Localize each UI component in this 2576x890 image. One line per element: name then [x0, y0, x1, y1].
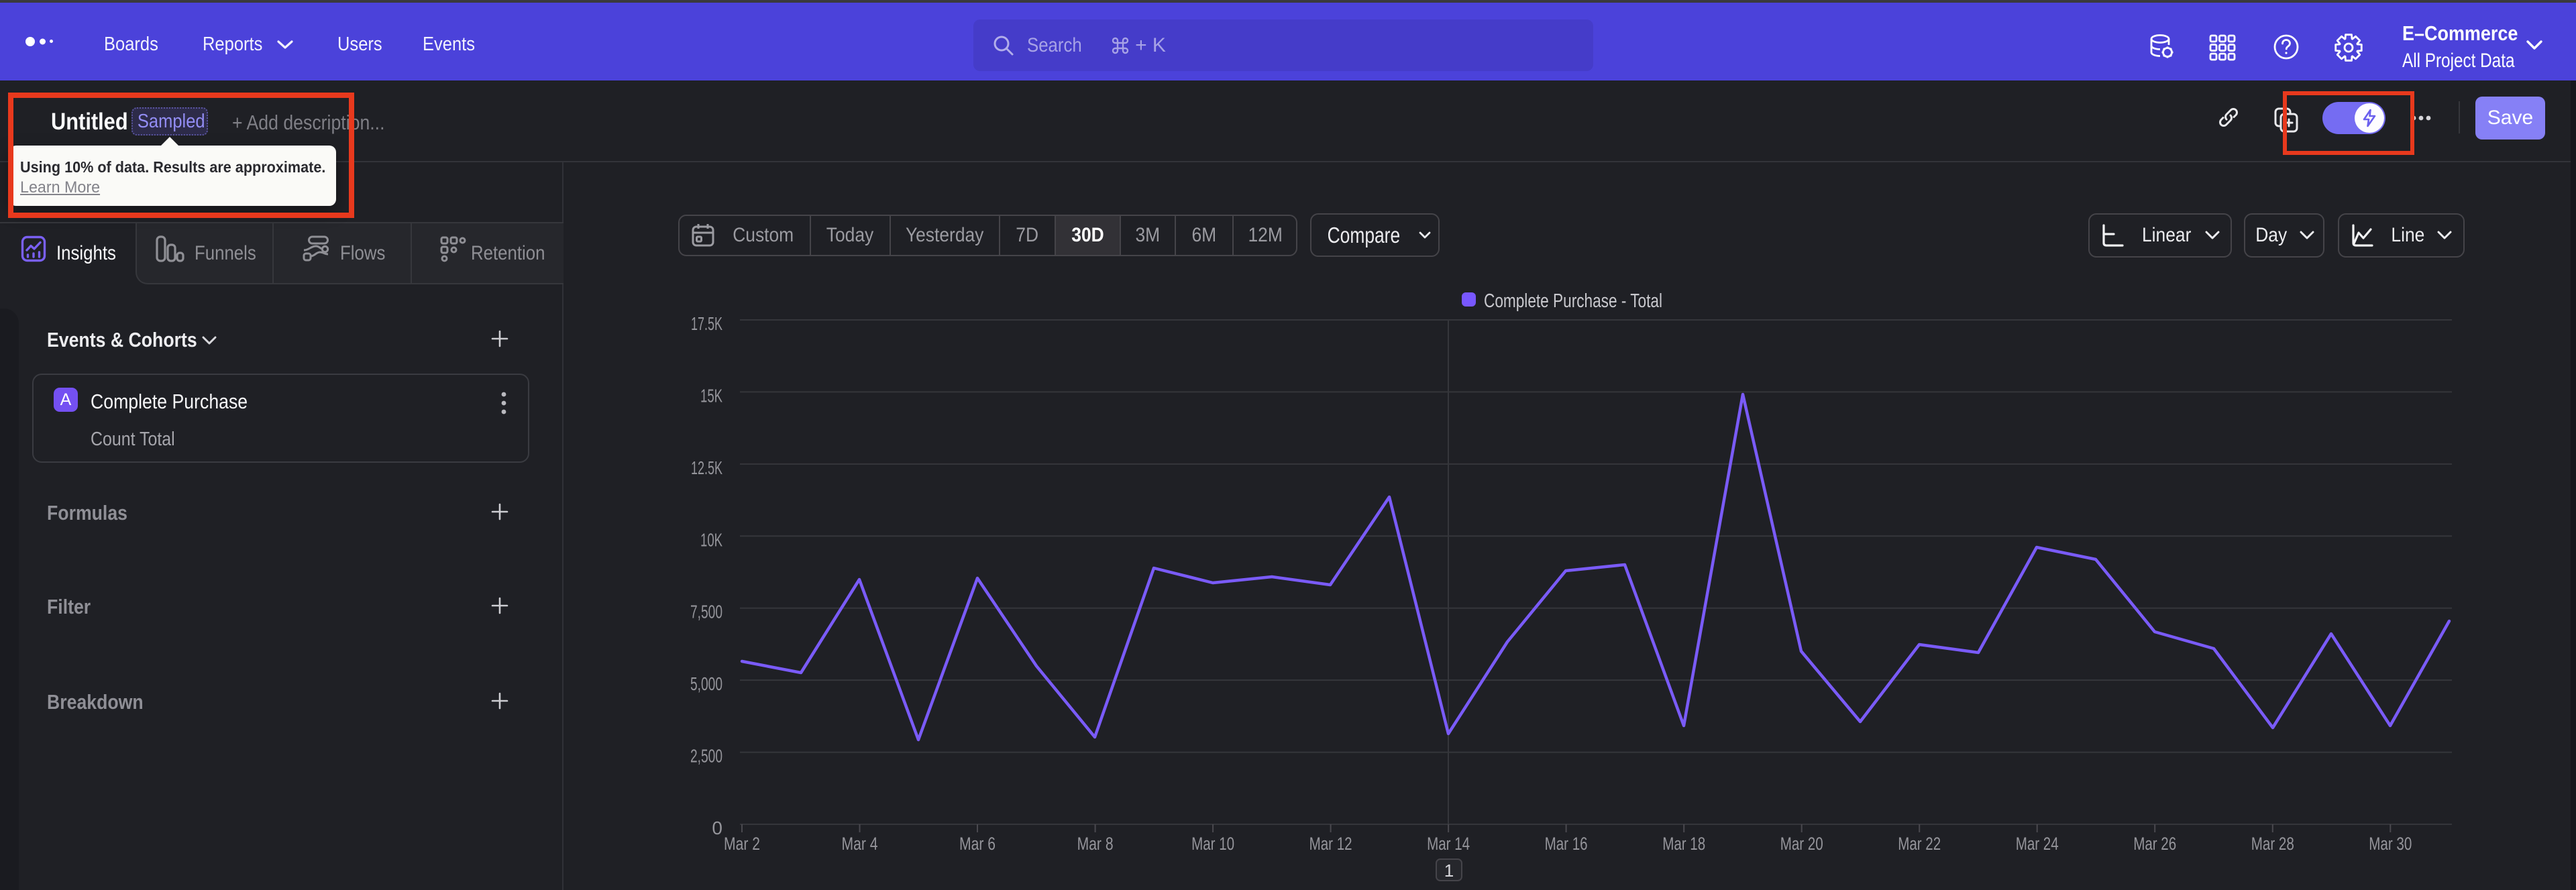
svg-text:Mar 4: Mar 4 — [842, 834, 878, 854]
svg-text:Mar 2: Mar 2 — [724, 834, 760, 854]
svg-text:Mar 28: Mar 28 — [2251, 834, 2294, 854]
svg-text:Mar 26: Mar 26 — [2133, 834, 2176, 854]
svg-text:7,500: 7,500 — [690, 602, 722, 622]
svg-text:0: 0 — [712, 818, 722, 838]
svg-text:5,000: 5,000 — [690, 673, 722, 694]
svg-text:Mar 10: Mar 10 — [1191, 834, 1234, 854]
svg-text:Mar 18: Mar 18 — [1662, 834, 1705, 854]
svg-text:Mar 20: Mar 20 — [1780, 834, 1823, 854]
svg-text:12.5K: 12.5K — [691, 457, 722, 478]
svg-text:Mar 8: Mar 8 — [1077, 834, 1114, 854]
svg-text:Mar 16: Mar 16 — [1545, 834, 1588, 854]
svg-text:10K: 10K — [700, 529, 722, 550]
svg-text:Mar 30: Mar 30 — [2369, 834, 2412, 854]
svg-text:Complete Purchase - Total: Complete Purchase - Total — [1484, 290, 1662, 312]
svg-text:Mar 12: Mar 12 — [1309, 834, 1352, 854]
svg-text:Mar 6: Mar 6 — [959, 834, 996, 854]
svg-text:Mar 24: Mar 24 — [2016, 834, 2059, 854]
svg-text:Mar 14: Mar 14 — [1427, 834, 1470, 854]
svg-text:Mar 22: Mar 22 — [1898, 834, 1941, 854]
svg-text:15K: 15K — [700, 385, 722, 406]
svg-text:2,500: 2,500 — [690, 746, 722, 767]
svg-text:17.5K: 17.5K — [691, 313, 722, 334]
